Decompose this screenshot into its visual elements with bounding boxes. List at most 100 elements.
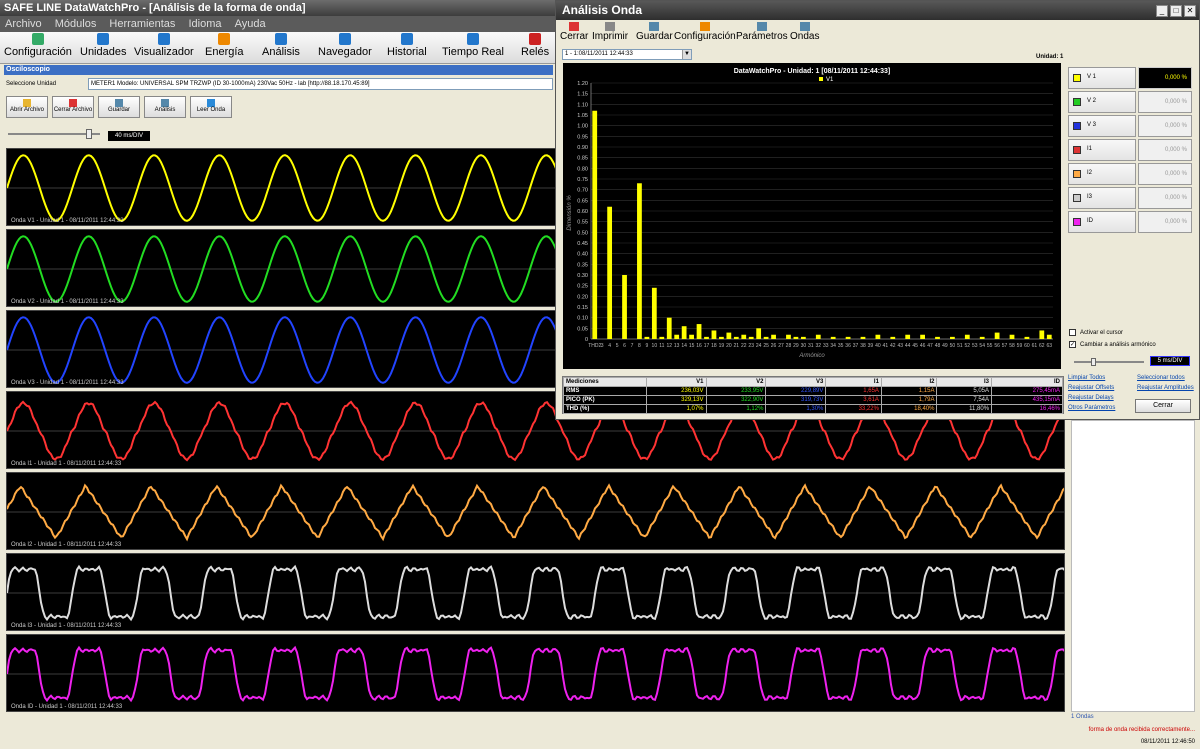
main-title-bar: SAFE LINE DataWatchPro - [Análisis de la… <box>0 0 555 16</box>
reset-amplitudes-link[interactable]: Reajustar Amplitudes <box>1137 385 1194 391</box>
dialog-print-button[interactable]: Imprimir <box>592 22 628 42</box>
toolbar-relay-button[interactable]: Relés <box>521 32 549 64</box>
x-tick-label: 62 <box>1039 343 1045 349</box>
show-dimension-link[interactable]: Mostrar Dimensión <box>565 361 619 367</box>
bar <box>696 324 702 339</box>
chevron-down-icon[interactable]: ▼ <box>682 50 691 59</box>
dialog-params-button[interactable]: Parámetros <box>736 22 788 42</box>
waveform-panel[interactable]: Onda I3 - Unidad 1 - 08/11/2011 12:44:33 <box>6 553 1065 631</box>
reset-delays-link[interactable]: Reajustar Delays <box>1068 395 1114 401</box>
column-header: I3 <box>936 377 993 387</box>
harmonic-chart: DataWatchPro - Unidad: 1 [08/11/2011 12:… <box>563 63 1061 369</box>
waveform-panel[interactable]: Onda ID - Unidad 1 - 08/11/2011 12:44:33 <box>6 634 1065 712</box>
x-tick-label: 17 <box>704 343 710 349</box>
x-tick-label: 31 <box>808 343 814 349</box>
column-header: V2 <box>705 377 767 387</box>
x-tick-label: 54 <box>979 343 985 349</box>
x-tick-label: 23 <box>748 343 754 349</box>
analysis-dialog: Análisis Onda _ □ ✕ Cerrar Imprimir Guardar C… <box>555 0 1200 420</box>
column-header: ID <box>991 377 1063 387</box>
bar <box>607 206 613 339</box>
other-params-link[interactable]: Otros Parámetros <box>1068 405 1115 411</box>
menu-idioma[interactable]: Idioma <box>188 18 221 30</box>
channel-toggle-i2[interactable]: I2 <box>1068 163 1136 185</box>
minimize-icon[interactable]: _ <box>1156 5 1168 17</box>
capture-select[interactable]: 1 - 1:08/11/2011 12:44:33 ▼ <box>562 49 692 60</box>
reset-offsets-link[interactable]: Reajustar Offsets <box>1068 385 1114 391</box>
dialog-toolbar-label: Configuración <box>674 31 736 42</box>
menu-ayuda[interactable]: Ayuda <box>235 18 266 30</box>
bar <box>875 334 881 339</box>
harmonic-checkbox[interactable]: ✓ Cambiar a análisis armónico <box>1069 341 1156 348</box>
channel-name: I3 <box>1087 194 1093 200</box>
x-tick-label: 12 <box>666 343 672 349</box>
legend-label: V1 <box>826 77 834 83</box>
close-button[interactable]: Cerrar <box>1135 399 1191 413</box>
clear-all-link[interactable]: Limpiar Todos <box>1068 375 1105 381</box>
menu-modulos[interactable]: Módulos <box>55 18 97 30</box>
dialog-toolbar-label: Guardar <box>636 31 673 42</box>
toolbar-analysis-button[interactable]: Análisis <box>262 32 300 64</box>
toolbar-navigator-button[interactable]: Navegador <box>318 32 372 64</box>
unit-label: Seleccione Unidad <box>6 81 57 87</box>
menu-bar: Archivo Módulos Herramientas Idioma Ayud… <box>0 16 555 32</box>
channel-value: 0,000 % <box>1138 211 1192 233</box>
select-all-link[interactable]: Seleccionar todos <box>1137 375 1185 381</box>
channel-toggle-id[interactable]: ID <box>1068 211 1136 233</box>
dialog-save-button[interactable]: Guardar <box>636 22 673 42</box>
gear-icon <box>31 33 44 45</box>
dialog-waves-button[interactable]: Ondas <box>790 22 819 42</box>
channel-toggle-v2[interactable]: V 2 <box>1068 91 1136 113</box>
toolbar-realtime-button[interactable]: Tiempo Real <box>442 32 504 64</box>
waves-list[interactable] <box>1071 420 1195 712</box>
slider-thumb[interactable] <box>1091 358 1096 366</box>
analysis-button[interactable]: Análisis <box>144 96 186 118</box>
close-icon[interactable]: ✕ <box>1184 5 1196 17</box>
folder-button[interactable]: Abrir Archivo <box>6 96 48 118</box>
channel-value: 0,000 % <box>1138 139 1192 161</box>
toolbar-units-button[interactable]: Unidades <box>80 32 126 64</box>
table-cell: 16,46% <box>991 404 1063 414</box>
save-button[interactable]: Guardar <box>98 96 140 118</box>
read-wave-button[interactable]: Leer Onda <box>190 96 232 118</box>
channel-toggle-i1[interactable]: I1 <box>1068 139 1136 161</box>
close-file-button[interactable]: Cerrar Archivo <box>52 96 94 118</box>
y-tick-label: 0.25 <box>577 284 588 290</box>
channel-value: 0,000 % <box>1138 67 1192 89</box>
channel-toggle-i3[interactable]: I3 <box>1068 187 1136 209</box>
checkmark-icon[interactable]: ✓ <box>1069 341 1076 348</box>
table-cell: 435,15mA <box>991 395 1063 405</box>
toolbar-history-button[interactable]: Historial <box>387 32 427 64</box>
unit-select[interactable]: METER1 Modelo: UNIVERSAL SPM TRZWP (ID 3… <box>88 78 553 90</box>
cursor-checkbox[interactable]: Activar el cursor <box>1069 329 1123 336</box>
bar <box>1024 336 1030 339</box>
y-tick-label: 0.45 <box>577 241 588 247</box>
status-time: 08/11/2011 12:46:50 <box>1140 739 1195 745</box>
menu-archivo[interactable]: Archivo <box>5 18 42 30</box>
menu-herramientas[interactable]: Herramientas <box>109 18 175 30</box>
dialog-config-button[interactable]: Configuración <box>674 22 736 42</box>
toolbar-energy-button[interactable]: Energía <box>205 32 244 64</box>
legend-swatch <box>819 77 823 81</box>
print-icon <box>605 22 616 31</box>
bar <box>704 336 709 339</box>
channel-toggle-v3[interactable]: V 3 <box>1068 115 1136 137</box>
channel-swatch <box>1073 170 1081 178</box>
slider-thumb[interactable] <box>86 129 92 139</box>
action-label: Abrir Archivo <box>9 107 44 113</box>
waveform-panel[interactable]: Onda I2 - Unidad 1 - 08/11/2011 12:44:33 <box>6 472 1065 550</box>
x-tick-label: 49 <box>942 343 948 349</box>
y-tick-label: 0.10 <box>577 316 588 322</box>
bar <box>845 336 851 339</box>
bar <box>644 336 650 339</box>
channel-toggle-v1[interactable]: V 1 <box>1068 67 1136 89</box>
toolbar-viewer-button[interactable]: Visualizador <box>134 32 194 64</box>
maximize-icon[interactable]: □ <box>1170 5 1182 17</box>
dialog-close-button[interactable]: Cerrar <box>560 22 588 42</box>
bar <box>935 336 940 339</box>
time-scale-slider[interactable] <box>8 129 100 141</box>
dialog-time-slider[interactable] <box>1074 358 1144 366</box>
toolbar-gear-button[interactable]: Configuración <box>4 32 72 64</box>
x-tick-label: 9 <box>645 343 648 349</box>
checkbox-box[interactable] <box>1069 329 1076 336</box>
